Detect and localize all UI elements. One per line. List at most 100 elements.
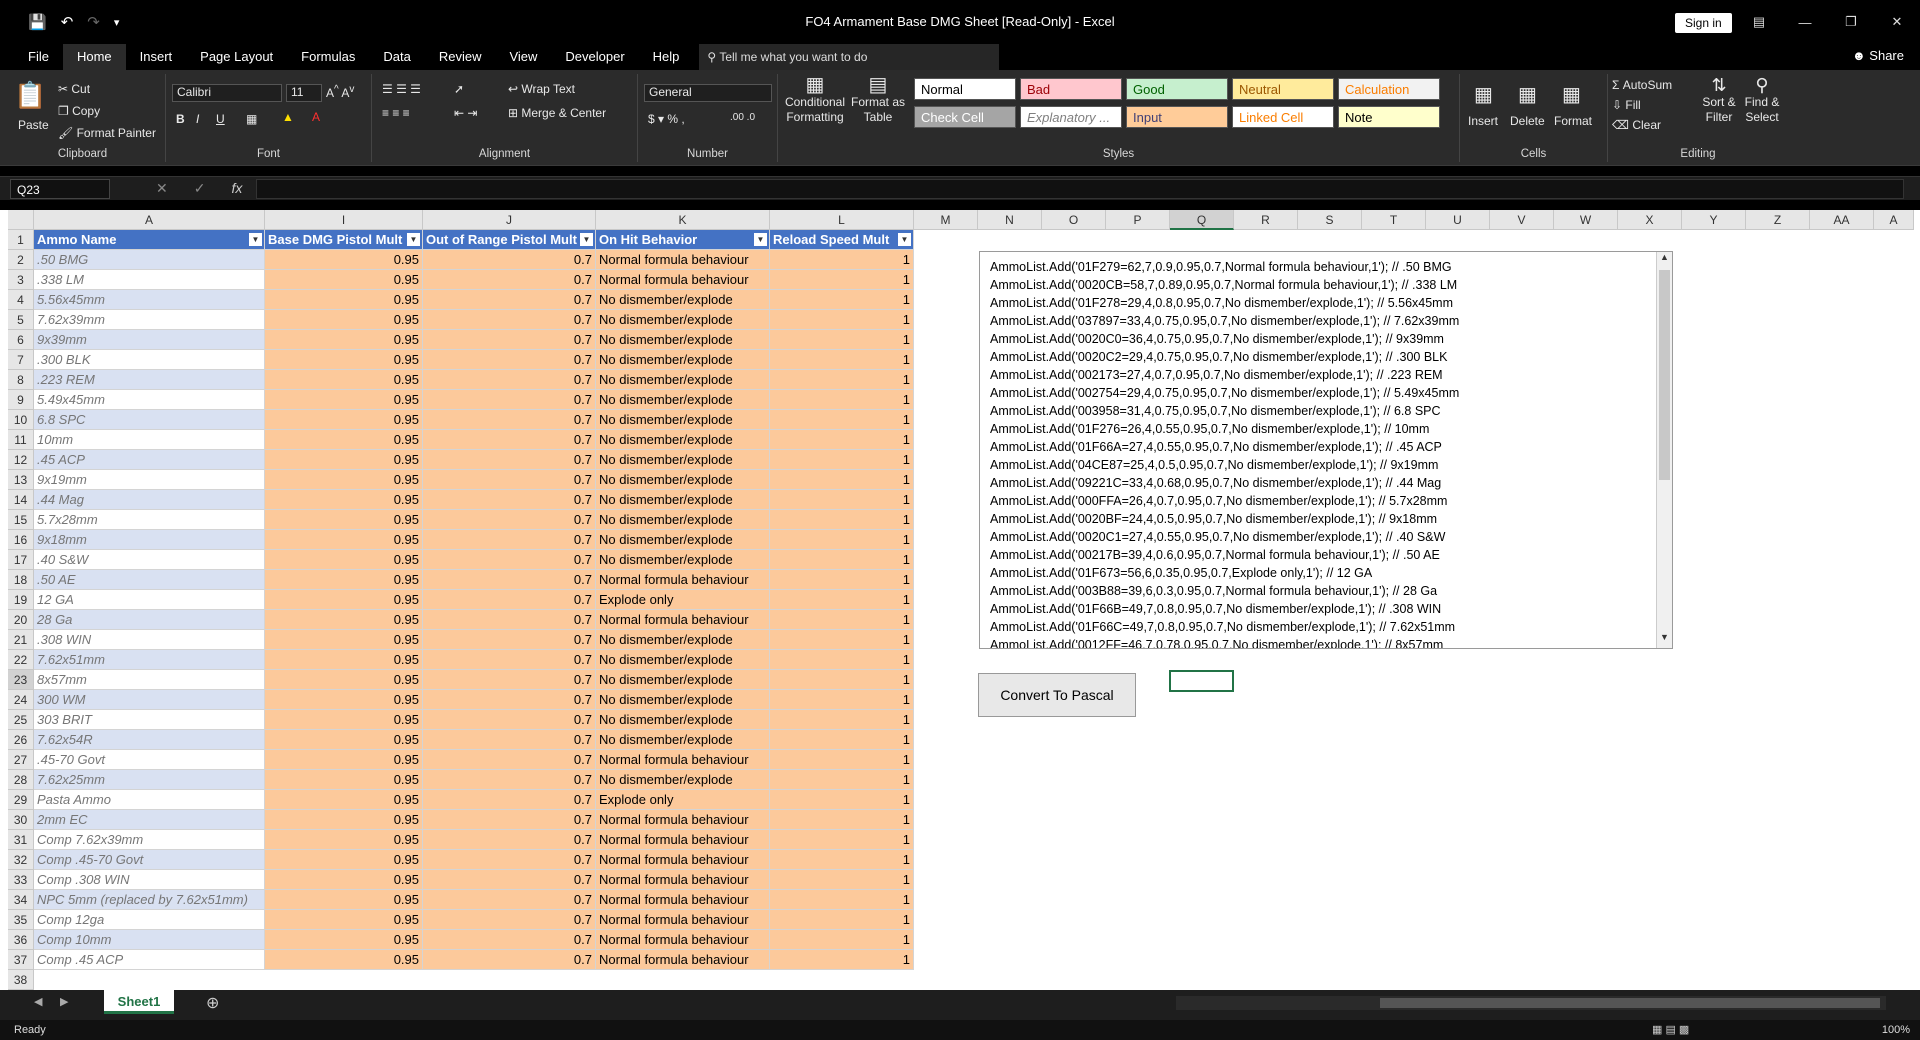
table-cell[interactable]: 0.7 — [423, 890, 596, 910]
table-cell[interactable]: .223 REM — [34, 370, 265, 390]
table-cell[interactable]: No dismember/explode — [596, 550, 770, 570]
column-header-s[interactable]: S — [1298, 210, 1362, 230]
font-size-select[interactable]: 11 — [286, 84, 322, 102]
align-left-icon[interactable]: ≡ ≡ ≡ — [382, 106, 410, 120]
borders-icon[interactable]: ▦ — [246, 112, 257, 126]
table-cell[interactable]: Normal formula behaviour — [596, 950, 770, 970]
insert-cells-icon[interactable]: ▦ — [1474, 82, 1493, 107]
scroll-thumb[interactable] — [1659, 270, 1670, 480]
table-cell[interactable]: 0.7 — [423, 690, 596, 710]
save-icon[interactable]: 💾 — [28, 13, 47, 31]
delete-button[interactable]: Delete — [1510, 114, 1545, 128]
tab-developer[interactable]: Developer — [551, 44, 638, 70]
table-cell[interactable]: 8x57mm — [34, 670, 265, 690]
share-button[interactable]: ☻ Share — [1852, 48, 1904, 63]
table-cell[interactable]: 1 — [770, 390, 914, 410]
table-cell[interactable]: No dismember/explode — [596, 310, 770, 330]
cell-style-explanatory[interactable]: Explanatory ... — [1020, 106, 1122, 128]
table-cell[interactable]: 6.8 SPC — [34, 410, 265, 430]
table-cell[interactable]: 0.95 — [265, 570, 423, 590]
table-cell[interactable]: 0.95 — [265, 950, 423, 970]
table-cell[interactable]: 0.7 — [423, 730, 596, 750]
table-cell[interactable]: 1 — [770, 890, 914, 910]
table-cell[interactable]: 0.7 — [423, 650, 596, 670]
table-cell[interactable]: Normal formula behaviour — [596, 910, 770, 930]
convert-to-pascal-button[interactable]: Convert To Pascal — [978, 673, 1136, 717]
column-header-l[interactable]: L — [770, 210, 914, 230]
table-cell[interactable]: 0.7 — [423, 310, 596, 330]
row-header[interactable]: 15 — [8, 510, 34, 530]
column-header-p[interactable]: P — [1106, 210, 1170, 230]
row-header[interactable]: 17 — [8, 550, 34, 570]
cut-button[interactable]: ✂ Cut — [58, 82, 90, 96]
row-header[interactable]: 6 — [8, 330, 34, 350]
table-cell[interactable]: .45 ACP — [34, 450, 265, 470]
row-header[interactable]: 34 — [8, 890, 34, 910]
table-cell[interactable]: Normal formula behaviour — [596, 570, 770, 590]
table-cell[interactable]: 1 — [770, 910, 914, 930]
column-header-x[interactable]: X — [1618, 210, 1682, 230]
fill-button[interactable]: ⇩ Fill — [1612, 98, 1641, 112]
cell-style-neutral[interactable]: Neutral — [1232, 78, 1334, 100]
table-cell[interactable]: 1 — [770, 290, 914, 310]
tell-me-search[interactable]: ⚲ Tell me what you want to do — [699, 44, 1000, 70]
table-cell[interactable]: 0.95 — [265, 310, 423, 330]
row-header[interactable]: 19 — [8, 590, 34, 610]
table-cell[interactable]: Normal formula behaviour — [596, 850, 770, 870]
table-cell[interactable]: 0.7 — [423, 770, 596, 790]
table-cell[interactable]: No dismember/explode — [596, 450, 770, 470]
table-cell[interactable]: 1 — [770, 710, 914, 730]
table-cell[interactable]: 1 — [770, 530, 914, 550]
table-cell[interactable]: .308 WIN — [34, 630, 265, 650]
format-button[interactable]: Format — [1554, 114, 1592, 128]
table-cell[interactable]: 1 — [770, 350, 914, 370]
currency-icon[interactable]: $ ▾ % , — [648, 112, 685, 126]
table-cell[interactable]: 0.7 — [423, 590, 596, 610]
cell-style-good[interactable]: Good — [1126, 78, 1228, 100]
table-cell[interactable]: 0.7 — [423, 350, 596, 370]
row-header[interactable]: 1 — [8, 230, 34, 250]
format-cells-icon[interactable]: ▦ — [1562, 82, 1581, 107]
table-header-cell[interactable]: Reload Speed Mult ▼ — [770, 230, 914, 250]
table-cell[interactable]: 0.95 — [265, 290, 423, 310]
cancel-icon[interactable]: ✕ — [156, 180, 168, 197]
table-cell[interactable]: 0.7 — [423, 870, 596, 890]
table-cell[interactable]: 0.7 — [423, 930, 596, 950]
name-box[interactable]: Q23 — [10, 179, 110, 199]
table-cell[interactable]: No dismember/explode — [596, 670, 770, 690]
table-cell[interactable]: 1 — [770, 310, 914, 330]
table-cell[interactable]: 1 — [770, 430, 914, 450]
row-header[interactable]: 38 — [8, 970, 34, 990]
table-cell[interactable]: .45-70 Govt — [34, 750, 265, 770]
column-header-n[interactable]: N — [978, 210, 1042, 230]
table-cell[interactable]: 1 — [770, 510, 914, 530]
table-cell[interactable]: Explode only — [596, 790, 770, 810]
row-header[interactable]: 28 — [8, 770, 34, 790]
table-cell[interactable]: Comp 7.62x39mm — [34, 830, 265, 850]
minimize-icon[interactable]: — — [1782, 0, 1828, 44]
restore-icon[interactable]: ❐ — [1828, 0, 1874, 44]
merge-center-button[interactable]: ⊞ Merge & Center — [508, 106, 606, 120]
table-cell[interactable]: .338 LM — [34, 270, 265, 290]
table-cell[interactable]: 0.95 — [265, 770, 423, 790]
table-cell[interactable]: 0.95 — [265, 370, 423, 390]
table-cell[interactable]: No dismember/explode — [596, 730, 770, 750]
table-cell[interactable]: 0.95 — [265, 910, 423, 930]
font-name-select[interactable]: Calibri — [172, 84, 282, 102]
paste-icon[interactable]: 📋 — [14, 80, 46, 111]
table-cell[interactable]: Explode only — [596, 590, 770, 610]
table-cell[interactable]: 1 — [770, 770, 914, 790]
table-cell[interactable]: 1 — [770, 950, 914, 970]
column-header-w[interactable]: W — [1554, 210, 1618, 230]
column-header-i[interactable]: I — [265, 210, 423, 230]
tab-home[interactable]: Home — [62, 44, 126, 70]
table-header-cell[interactable]: On Hit Behavior ▼ — [596, 230, 770, 250]
table-cell[interactable]: No dismember/explode — [596, 770, 770, 790]
delete-cells-icon[interactable]: ▦ — [1518, 82, 1537, 107]
next-sheet-icon[interactable]: ▶ — [60, 995, 68, 1008]
table-cell[interactable]: 0.7 — [423, 390, 596, 410]
table-cell[interactable]: .300 BLK — [34, 350, 265, 370]
table-cell[interactable]: 0.95 — [265, 470, 423, 490]
table-cell[interactable]: No dismember/explode — [596, 410, 770, 430]
tab-insert[interactable]: Insert — [126, 44, 187, 70]
